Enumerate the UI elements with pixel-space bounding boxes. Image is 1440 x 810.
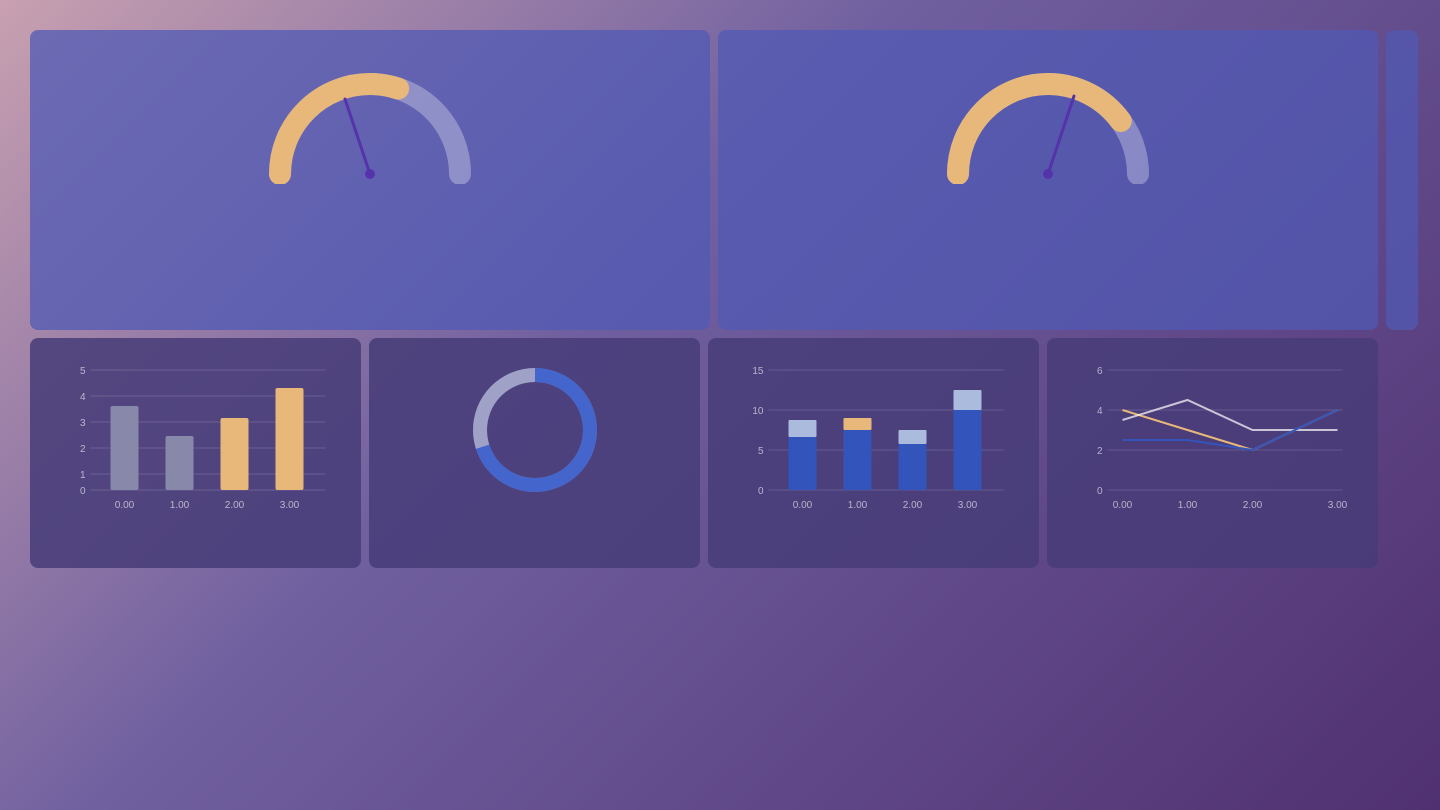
- svg-text:3.00: 3.00: [280, 500, 300, 511]
- searchability-chart: 6 4 2 0 0.00 1.00 2.00 3.00: [1063, 360, 1362, 520]
- svg-text:4: 4: [1097, 406, 1103, 417]
- svg-text:3.00: 3.00: [958, 500, 978, 511]
- dashboard: 6 5 4 3 2 1 0 2017-01-01 2017-01-11 2017…: [30, 30, 1410, 780]
- svg-text:2.00: 2.00: [1243, 500, 1263, 511]
- your-business-gauge: [260, 64, 480, 184]
- svg-text:0.00: 0.00: [115, 500, 135, 511]
- svg-text:5: 5: [80, 366, 86, 377]
- searchability-card: 6 4 2 0 0.00 1.00 2.00 3.00: [1047, 338, 1378, 568]
- svg-text:1.00: 1.00: [848, 500, 868, 511]
- svg-text:0: 0: [1097, 486, 1103, 497]
- speed-card: 15 10 5 0 0.00 1.00 2.00: [708, 338, 1039, 568]
- svg-text:10: 10: [752, 406, 764, 417]
- navigation-card: [369, 338, 700, 568]
- svg-text:2.00: 2.00: [903, 500, 923, 511]
- svg-text:2: 2: [1097, 446, 1103, 457]
- industry-average-gauge: [938, 64, 1158, 184]
- svg-text:0: 0: [758, 486, 764, 497]
- svg-text:2.00: 2.00: [225, 500, 245, 511]
- latest-activities-card: 6 5 4 3 2 1 0 2017-01-01 2017-01-11 2017…: [1386, 30, 1418, 330]
- speed-chart: 15 10 5 0 0.00 1.00 2.00: [724, 360, 1023, 520]
- aesthetics-card: 5 4 3 2 1 0 0.00 1.00 2.00 3.00: [30, 338, 361, 568]
- svg-text:3.00: 3.00: [1328, 500, 1348, 511]
- bottom-row: 5 4 3 2 1 0 0.00 1.00 2.00 3.00: [30, 338, 1378, 568]
- svg-text:0.00: 0.00: [793, 500, 813, 511]
- svg-text:2: 2: [80, 444, 86, 455]
- industry-average-card: [718, 30, 1378, 330]
- your-business-card: [30, 30, 710, 330]
- svg-text:1.00: 1.00: [1178, 500, 1198, 511]
- svg-text:1: 1: [80, 470, 86, 481]
- svg-text:0: 0: [80, 486, 86, 497]
- svg-text:3: 3: [80, 418, 86, 429]
- svg-text:1.00: 1.00: [170, 500, 190, 511]
- aesthetics-chart: 5 4 3 2 1 0 0.00 1.00 2.00 3.00: [46, 360, 345, 520]
- svg-text:6: 6: [1097, 366, 1103, 377]
- svg-text:4: 4: [80, 392, 86, 403]
- svg-text:15: 15: [752, 366, 764, 377]
- navigation-donut: [385, 360, 684, 500]
- svg-text:0.00: 0.00: [1113, 500, 1133, 511]
- svg-text:5: 5: [758, 446, 764, 457]
